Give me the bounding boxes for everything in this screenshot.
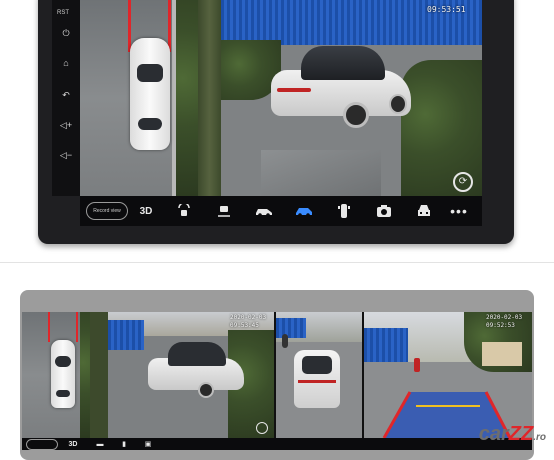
rear-light-bar (298, 380, 336, 383)
car-rear-view (294, 350, 340, 408)
wheel-front (343, 102, 369, 128)
blue-fence-small (108, 320, 144, 350)
wheel-small (198, 382, 214, 398)
power-icon[interactable]: ⏻ (61, 28, 71, 38)
panel-separator-small (90, 312, 108, 438)
side-button-rail: RST ⏻ ⌂ ↶ ◁+ ◁− (52, 0, 80, 196)
rear-camera-view[interactable]: 2020-02-03 09:52:53 (364, 312, 532, 438)
volume-down-icon[interactable]: ◁− (58, 150, 74, 160)
camera-icon[interactable] (364, 204, 404, 218)
more-icon[interactable]: ••• (444, 203, 474, 219)
home-icon[interactable]: ⌂ (61, 58, 71, 68)
rear-window (138, 118, 162, 130)
windshield (137, 64, 163, 82)
guide-line-right (168, 0, 171, 52)
camera-screen-top: 09:53:51 ⟳ (80, 0, 482, 196)
guide-line-right-small (76, 312, 78, 342)
car-top-icon-small[interactable]: ▮ (112, 440, 136, 448)
timestamp-panel-b: 2020-02-03 09:52:53 (486, 314, 523, 329)
back-icon[interactable]: ↶ (61, 90, 71, 100)
view-3d-button[interactable]: 3D (128, 206, 164, 217)
timestamp-panel-a: 2020-02-03 09:53:45 (230, 314, 267, 329)
car-top-icon[interactable] (324, 202, 364, 220)
car-cabin (301, 46, 385, 80)
toolbar-top: Record view 3D ••• (80, 196, 482, 226)
guide-line-left-small (48, 312, 50, 342)
view-3d-button-small[interactable]: 3D (58, 441, 88, 448)
own-car-top-view-small (51, 340, 75, 408)
own-car-3d (271, 44, 411, 128)
watermark-suffix: .ro (533, 432, 546, 443)
3d-view[interactable]: 09:53:51 ⟳ (221, 0, 482, 196)
grass-strip (176, 0, 198, 196)
parking-guide-lines (382, 391, 512, 438)
windshield-small (55, 356, 71, 367)
toolbar-bottom: 3D ▬ ▮ ▣ (22, 438, 532, 450)
birds-eye-view[interactable] (80, 0, 198, 196)
cyclist (282, 334, 288, 348)
watermark-main: car (478, 423, 509, 445)
own-car-top-view (130, 38, 170, 150)
car-front-icon[interactable] (404, 203, 444, 219)
front-camera-icon[interactable] (164, 204, 204, 218)
camera-screen-bottom: 2020-02-03 09:53:45 2020-02-03 09:52:53 (22, 312, 532, 438)
volume-up-icon[interactable]: ◁+ (58, 120, 74, 130)
rear-camera-icon[interactable] (204, 204, 244, 218)
record-view-button[interactable]: Record view (86, 202, 128, 220)
guide-line-left (128, 0, 131, 52)
fence-front (276, 318, 306, 338)
camera-icon-small[interactable]: ▣ (136, 440, 160, 448)
reset-label[interactable]: RST (57, 10, 69, 16)
watermark-z: ZZ (508, 423, 534, 445)
rotate-view-icon[interactable]: ⟳ (453, 172, 473, 192)
car-cabin-small (168, 342, 226, 366)
birds-eye-view-small[interactable] (22, 312, 90, 438)
road-foreground (261, 150, 381, 196)
front-view[interactable] (276, 312, 362, 438)
wheel-rear (389, 94, 407, 114)
section-divider (0, 262, 554, 263)
own-car-3d-small (148, 340, 244, 398)
3d-view-small[interactable]: 2020-02-03 09:53:45 (108, 312, 274, 438)
tail-light (277, 88, 311, 92)
rotate-view-icon-small[interactable] (256, 422, 268, 434)
panel-separator (198, 0, 221, 196)
grass-strip-small (80, 312, 90, 438)
timestamp-top: 09:53:51 (427, 5, 466, 14)
rear-window-small (56, 390, 70, 397)
rear-glass (302, 356, 332, 374)
car-side-icon[interactable] (244, 205, 284, 217)
curb (172, 0, 176, 196)
car-3d-icon[interactable] (284, 205, 324, 217)
car-side-icon-small[interactable]: ▬ (88, 441, 112, 448)
record-view-button-small[interactable] (26, 438, 58, 450)
watermark: carZZ.ro (479, 423, 546, 446)
